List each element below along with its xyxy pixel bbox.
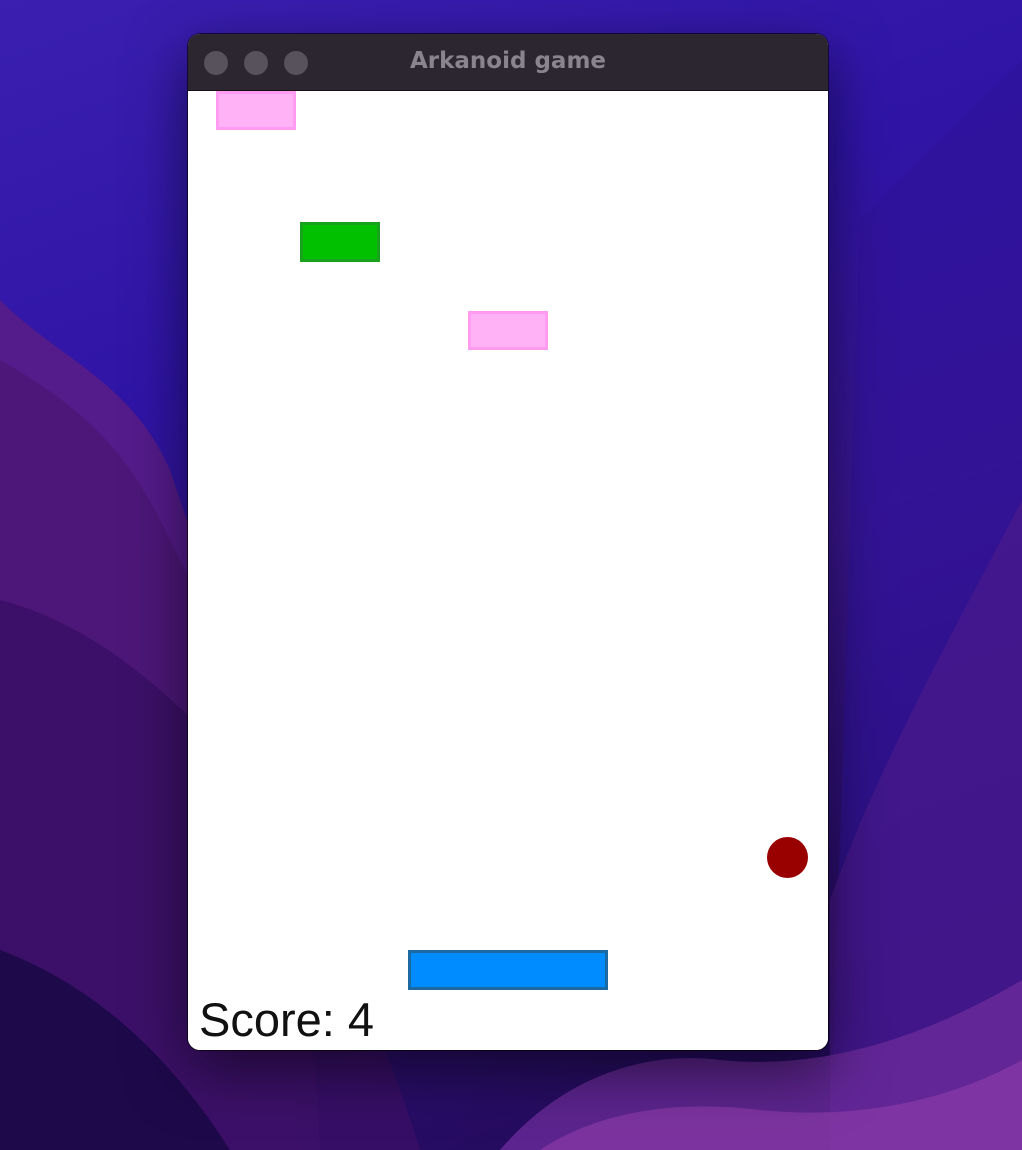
brick (216, 91, 296, 130)
brick (300, 222, 380, 262)
game-window: Arkanoid game Score: 4 (188, 34, 828, 1050)
score-label: Score: 4 (199, 993, 375, 1046)
game-canvas[interactable]: Score: 4 (188, 91, 828, 1050)
title-bar[interactable]: Arkanoid game (188, 34, 828, 91)
brick (468, 311, 548, 350)
paddle[interactable] (408, 950, 608, 990)
ball (767, 837, 808, 878)
window-title: Arkanoid game (409, 48, 607, 74)
